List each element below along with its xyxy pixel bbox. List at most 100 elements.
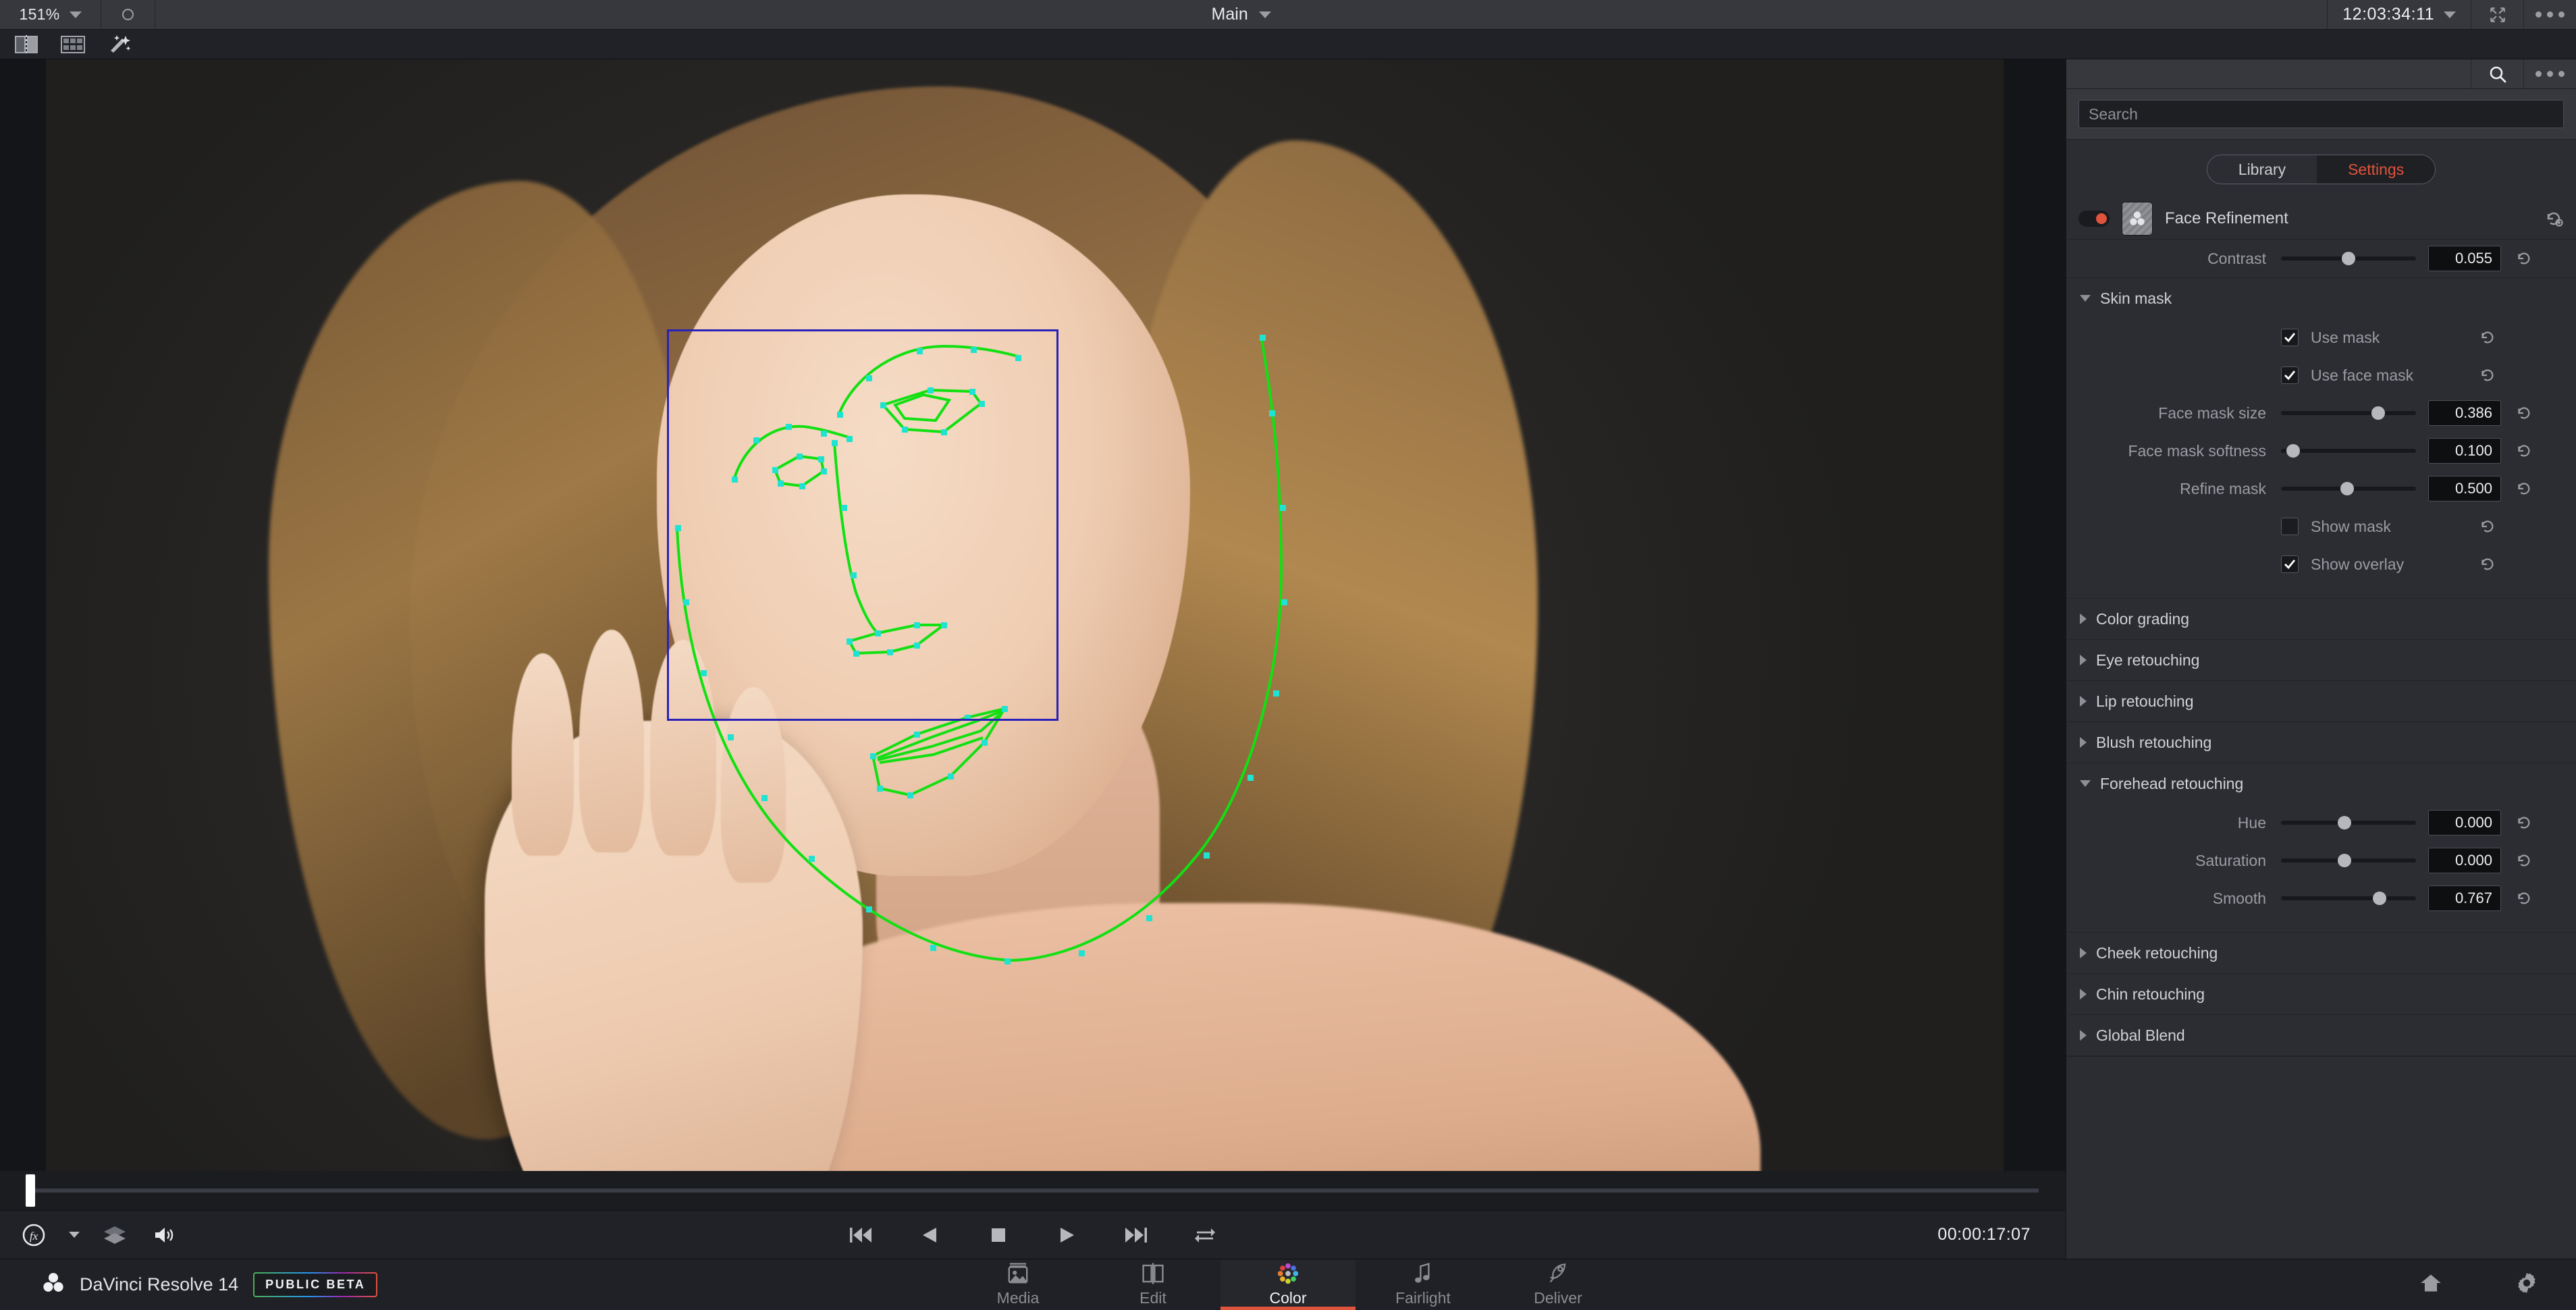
play-forward-button[interactable]	[1052, 1220, 1082, 1250]
slider-saturation[interactable]	[2281, 854, 2416, 867]
playhead[interactable]	[26, 1174, 35, 1207]
page-tab-edit[interactable]: Edit	[1085, 1259, 1220, 1310]
effects-inspector-panel: Search Library Settings Face Refinement …	[2066, 59, 2576, 1259]
slider-knob[interactable]	[2338, 816, 2351, 829]
slider-face-mask-softness[interactable]	[2281, 444, 2416, 458]
tab-library[interactable]: Library	[2207, 155, 2317, 184]
reset-contrast-button[interactable]	[2513, 250, 2533, 267]
checkbox-row-use-face-mask: Use face mask	[2066, 356, 2576, 394]
slider-hue[interactable]	[2281, 816, 2416, 829]
tab-settings[interactable]: Settings	[2317, 155, 2436, 184]
bypass-button[interactable]	[101, 0, 155, 29]
inspector-search-button[interactable]	[2471, 59, 2523, 88]
reset-smooth-button[interactable]	[2513, 890, 2533, 907]
checkbox-show-overlay[interactable]	[2281, 555, 2299, 573]
section-header-blush-retouching[interactable]: Blush retouching	[2066, 722, 2576, 763]
chevron-down-icon[interactable]	[69, 11, 82, 18]
value-saturation[interactable]: 0.000	[2428, 848, 2501, 873]
effect-reset-button[interactable]	[2544, 209, 2564, 228]
viewer-options-button[interactable]	[2523, 0, 2576, 29]
section-title: Skin mask	[2100, 289, 2172, 307]
reset-refine-mask-button[interactable]	[2513, 480, 2533, 497]
inspector-options-button[interactable]	[2523, 59, 2576, 88]
zoom-control[interactable]: 151%	[0, 0, 101, 29]
reset-saturation-button[interactable]	[2513, 852, 2533, 869]
library-settings-toggle: Library Settings	[2066, 140, 2576, 198]
play-reverse-button[interactable]	[915, 1220, 944, 1250]
fx-bypass-button[interactable]: fx	[19, 1220, 49, 1250]
slider-knob[interactable]	[2340, 482, 2354, 495]
section-header-eye-retouching[interactable]: Eye retouching	[2066, 640, 2576, 680]
slider-knob[interactable]	[2373, 892, 2386, 905]
video-viewer[interactable]	[0, 59, 2066, 1171]
chevron-down-icon[interactable]	[69, 1232, 80, 1238]
jump-to-first-frame-button[interactable]	[846, 1220, 876, 1250]
image-wipe-button[interactable]	[61, 35, 85, 53]
section-header-lip-retouching[interactable]: Lip retouching	[2066, 681, 2576, 721]
value-face-mask-softness[interactable]: 0.100	[2428, 438, 2501, 464]
more-options-icon	[2535, 11, 2565, 18]
reset-use-face-mask-button[interactable]	[2477, 366, 2497, 384]
scrubber-track[interactable]	[27, 1189, 2039, 1193]
face-tracker-bounding-box[interactable]	[667, 329, 1058, 721]
value-refine-mask[interactable]: 0.500	[2428, 476, 2501, 501]
checkbox-show-mask[interactable]	[2281, 518, 2299, 535]
value-contrast[interactable]: 0.055	[2428, 246, 2501, 271]
section-header-skin-mask[interactable]: Skin mask	[2066, 278, 2576, 319]
checkbox-use-mask[interactable]	[2281, 329, 2299, 346]
value-face-mask-size[interactable]: 0.386	[2428, 400, 2501, 426]
viewer-scrubber[interactable]	[0, 1171, 2066, 1210]
slider-knob[interactable]	[2342, 252, 2355, 265]
home-icon	[2421, 1274, 2441, 1292]
reset-icon	[2518, 892, 2530, 904]
reset-face-mask-softness-button[interactable]	[2513, 442, 2533, 460]
reset-show-overlay-button[interactable]	[2477, 555, 2497, 573]
reset-face-mask-size-button[interactable]	[2513, 404, 2533, 422]
slider-refine-mask[interactable]	[2281, 482, 2416, 495]
section-bottom-spacer	[2066, 917, 2576, 932]
page-tab-color[interactable]: Color	[1220, 1259, 1356, 1310]
viewer-title-selector[interactable]: Main	[1212, 0, 1271, 29]
section-header-cheek-retouching[interactable]: Cheek retouching	[2066, 933, 2576, 973]
timecode-display[interactable]: 12:03:34:11	[2327, 0, 2471, 29]
check-icon	[2284, 333, 2296, 343]
chevron-down-icon[interactable]	[1258, 11, 1271, 18]
section-header-global-blend[interactable]: Global Blend	[2066, 1015, 2576, 1056]
project-settings-button[interactable]	[2515, 1272, 2538, 1298]
finger-shape	[512, 653, 574, 856]
slider-knob[interactable]	[2371, 406, 2385, 420]
magic-mask-button[interactable]	[108, 34, 131, 55]
chevron-down-icon[interactable]	[2444, 11, 2456, 18]
finger-shape	[579, 630, 644, 852]
slider-smooth[interactable]	[2281, 892, 2416, 905]
section-header-chin-retouching[interactable]: Chin retouching	[2066, 974, 2576, 1014]
value-smooth[interactable]: 0.767	[2428, 885, 2501, 911]
fullscreen-button[interactable]	[2471, 0, 2523, 29]
reset-use-mask-button[interactable]	[2477, 329, 2497, 346]
slider-knob[interactable]	[2286, 444, 2300, 458]
slider-contrast[interactable]	[2281, 252, 2416, 265]
audio-mute-button[interactable]	[150, 1220, 180, 1250]
search-input[interactable]: Search	[2078, 100, 2564, 128]
page-tab-deliver[interactable]: Deliver	[1491, 1259, 1626, 1310]
jump-to-last-frame-button[interactable]	[1121, 1220, 1151, 1250]
reset-hue-button[interactable]	[2513, 814, 2533, 831]
slider-face-mask-size[interactable]	[2281, 406, 2416, 420]
reset-show-mask-button[interactable]	[2477, 518, 2497, 535]
split-screen-button[interactable]	[15, 34, 38, 54]
loop-button[interactable]	[1190, 1220, 1220, 1250]
magic-wand-icon	[111, 34, 131, 53]
stop-button[interactable]	[984, 1220, 1013, 1250]
effect-enable-toggle[interactable]	[2078, 210, 2110, 227]
node-layers-button[interactable]	[100, 1220, 130, 1250]
home-button[interactable]	[2419, 1273, 2442, 1297]
slider-knob[interactable]	[2338, 854, 2351, 867]
section-header-forehead-retouching[interactable]: Forehead retouching	[2066, 763, 2576, 804]
value-hue[interactable]: 0.000	[2428, 810, 2501, 836]
page-tab-media[interactable]: Media	[950, 1259, 1085, 1310]
media-icon	[1008, 1263, 1028, 1284]
layers-icon	[104, 1226, 126, 1244]
section-header-color-grading[interactable]: Color grading	[2066, 599, 2576, 639]
page-tab-fairlight[interactable]: Fairlight	[1356, 1259, 1491, 1310]
checkbox-use-face-mask[interactable]	[2281, 366, 2299, 384]
